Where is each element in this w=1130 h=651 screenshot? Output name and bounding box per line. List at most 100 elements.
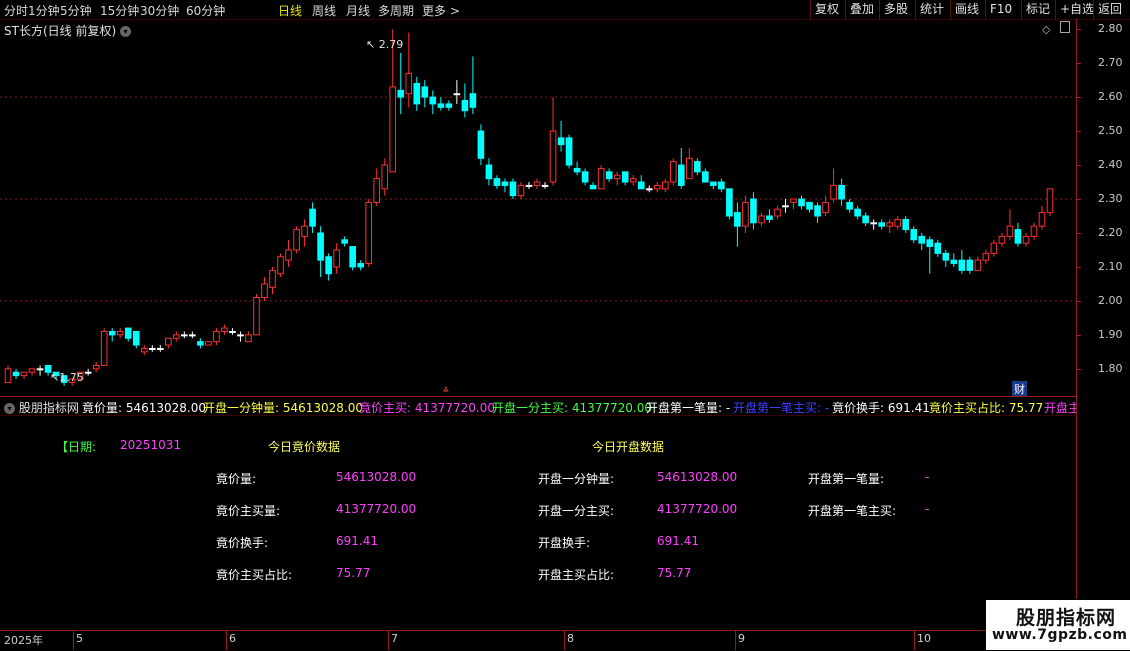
candle-body	[677, 164, 685, 186]
candle-body	[92, 364, 100, 370]
period-tab[interactable]: 更多 >	[422, 2, 460, 19]
period-tab[interactable]: 15分钟	[100, 2, 139, 19]
period-tab[interactable]: 30分钟	[140, 2, 179, 19]
candle-body	[140, 347, 148, 353]
indicator-value: 开盘主	[1044, 401, 1076, 415]
date-separator	[226, 631, 227, 650]
candle-body	[742, 201, 749, 227]
candle-body	[950, 259, 958, 265]
period-tab[interactable]: 周线	[312, 2, 336, 19]
candle-body	[429, 96, 437, 105]
candle-body	[269, 269, 276, 288]
candle-body	[453, 93, 461, 96]
indicator-title: 股朋指标网	[18, 401, 79, 415]
toolbar-button[interactable]: 统计	[915, 0, 948, 19]
period-tab[interactable]: 日线	[278, 2, 302, 19]
indicator-strip: ▾ 股朋指标网 竟价量: 54613028.00 开盘一分钟量: 54613028…	[0, 396, 1076, 416]
candle-body	[605, 171, 613, 180]
candle-body	[798, 198, 805, 207]
fin-badge[interactable]: 财	[1012, 381, 1027, 397]
candle-body	[790, 198, 797, 203]
toolbar-button[interactable]: +自选	[1055, 0, 1098, 19]
row-label: 竟价量:	[216, 472, 257, 486]
candle-body	[108, 330, 116, 336]
candle-body	[966, 259, 974, 271]
candle-body	[1046, 188, 1054, 214]
period-tab[interactable]: 60分钟	[186, 2, 225, 19]
y-tick-mark	[1076, 131, 1081, 133]
candle-body	[541, 184, 549, 187]
indicator-name[interactable]: ▾ 股朋指标网	[4, 399, 79, 415]
candle-body	[413, 83, 421, 105]
candle-body	[974, 259, 982, 271]
candle-body	[12, 371, 20, 377]
toolbar-button[interactable]: 标记	[1021, 0, 1054, 19]
candle-body	[28, 368, 36, 373]
candlestick-chart[interactable]	[0, 19, 1076, 396]
y-tick-label: 2.50	[1098, 124, 1123, 138]
candle-body	[237, 334, 244, 337]
candle-body	[165, 337, 172, 346]
candle-body	[734, 212, 741, 227]
candle-body	[213, 330, 220, 343]
candle-body	[926, 239, 934, 248]
candle-body	[573, 167, 581, 173]
date-separator	[564, 631, 565, 650]
candle-body	[862, 215, 869, 224]
period-tab[interactable]: 分时	[4, 2, 28, 19]
period-tab[interactable]: 5分钟	[60, 2, 92, 19]
y-tick-mark	[1076, 165, 1081, 167]
candle-body	[36, 368, 44, 371]
row-value: 54613028.00	[657, 470, 738, 484]
candle-body	[814, 205, 821, 217]
y-tick-mark	[1076, 63, 1081, 65]
candle-body	[517, 184, 525, 197]
candle-body	[958, 259, 966, 271]
candle-body	[309, 208, 316, 227]
candle-body	[100, 330, 108, 366]
auction-header: 今日竟价数据	[268, 440, 341, 454]
candle-body	[333, 249, 340, 268]
candle-body	[1014, 229, 1022, 244]
high-label: 2.79	[378, 38, 404, 51]
toolbar-button[interactable]: 画线	[950, 0, 983, 19]
candle-body	[173, 334, 180, 339]
candle-body	[525, 184, 533, 187]
date-label: 7	[391, 632, 398, 645]
toolbar-button[interactable]: 返回	[1093, 0, 1126, 19]
candle-body	[726, 188, 733, 217]
period-tab[interactable]: 多周期	[378, 2, 414, 19]
toolbar-button[interactable]: 叠加	[845, 0, 878, 19]
candle-body	[597, 167, 605, 190]
candle-body	[445, 103, 453, 108]
candle-body	[782, 205, 789, 208]
candle-body	[156, 347, 164, 350]
candle-body	[501, 181, 509, 186]
y-tick-label: 2.40	[1098, 158, 1123, 172]
candle-body	[774, 208, 781, 217]
candle-body	[557, 137, 565, 146]
toolbar-button[interactable]: 多股	[879, 0, 912, 19]
y-tick-label: 2.80	[1098, 22, 1123, 36]
y-tick-mark	[1076, 29, 1081, 31]
date-separator	[914, 631, 915, 650]
chevron-down-icon[interactable]: ▾	[4, 403, 15, 414]
candle-body	[365, 201, 372, 265]
double-up-arrow-icon[interactable]: ⩓	[443, 384, 449, 395]
candle-body	[317, 232, 324, 261]
y-tick-mark	[1076, 232, 1081, 234]
period-tab[interactable]: 月线	[346, 2, 370, 19]
candle-body	[982, 252, 990, 261]
candle-body	[197, 341, 204, 346]
toolbar-button[interactable]: F10	[985, 0, 1016, 19]
period-tab[interactable]: 1分钟	[28, 2, 60, 19]
candle-body	[669, 161, 677, 183]
candle-body	[637, 181, 645, 190]
candle-body	[421, 86, 429, 98]
indicator-value: 开盘第一笔主买: -	[733, 401, 830, 415]
indicator-value: 开盘一分钟量: 54613028.00	[203, 401, 364, 415]
candle-body	[645, 188, 653, 191]
row-value: -	[925, 502, 930, 516]
candle-body	[116, 330, 124, 336]
toolbar-button[interactable]: 复权	[810, 0, 843, 19]
